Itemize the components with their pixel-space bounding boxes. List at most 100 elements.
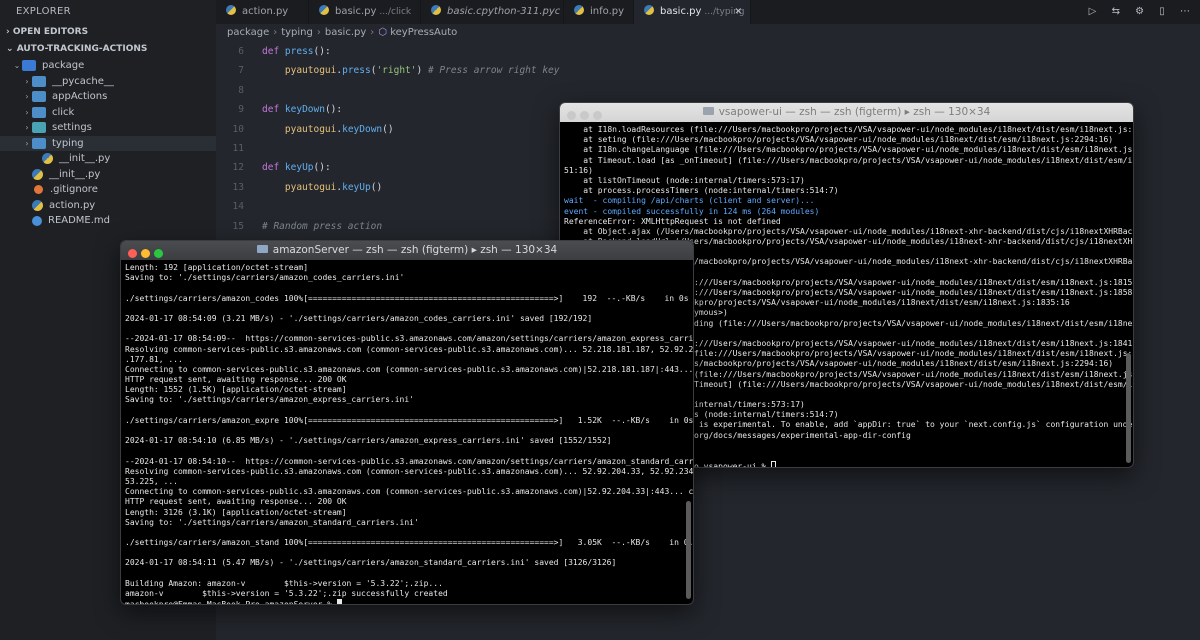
tree-item-package[interactable]: ⌄ package: [0, 58, 216, 74]
terminal-titlebar[interactable]: amazonServer — zsh — zsh (figterm) ▸ zsh…: [121, 241, 693, 260]
chevron-icon: ›: [25, 107, 29, 117]
folder-icon: [32, 75, 46, 87]
terminal-line: at process.processTimers (node:internal/…: [564, 186, 839, 196]
line-number: 12: [232, 162, 244, 174]
tab-basic-cpython-311-pyc[interactable]: basic.cpython-311.pyc: [421, 0, 564, 24]
terminal-line: ReferenceError: XMLHttpRequest is not de…: [564, 216, 781, 226]
tab-basic-py[interactable]: basic.py .../typing ✕: [634, 0, 751, 24]
line-number: 14: [232, 201, 244, 213]
terminal-line: Length: 1552 (1.5K) [application/octet-s…: [125, 385, 347, 395]
py-icon: [42, 153, 53, 165]
tree-item-label: appActions: [52, 91, 108, 102]
folder-pkg-icon: [22, 60, 36, 72]
close-button[interactable]: [128, 249, 137, 258]
code-line: 8: [216, 81, 262, 100]
terminal-title: vsapower-ui — zsh — zsh (figterm) ▸ zsh …: [718, 106, 991, 118]
terminal-line: Saving to: './settings/carriers/amazon_e…: [125, 395, 414, 405]
tree-item-typing[interactable]: › typing: [0, 135, 216, 151]
terminal-line: amazon-v $this->version = '5.3.22';.zip …: [125, 589, 448, 598]
breadcrumb-symbol-icon: ⬡: [378, 27, 388, 38]
breadcrumb-typing[interactable]: typing: [281, 27, 313, 38]
tree-item-pycache[interactable]: › __pycache__: [0, 74, 216, 90]
zoom-button[interactable]: [154, 249, 163, 258]
project-label: AUTO-TRACKING-ACTIONS: [16, 44, 148, 54]
line-number: 15: [232, 220, 244, 232]
folder-set-icon: [32, 122, 46, 134]
terminal-line: at seting (file:///Users/macbookpro/proj…: [564, 135, 1114, 145]
run-icon[interactable]: ▷: [1089, 6, 1097, 17]
chevron-icon: ›: [25, 76, 29, 86]
tree-item-action-py[interactable]: action.py: [0, 198, 216, 214]
terminal-titlebar[interactable]: vsapower-ui — zsh — zsh (figterm) ▸ zsh …: [560, 103, 1133, 122]
line-number: 6: [238, 46, 244, 57]
code-text: def keyDown():: [262, 104, 343, 116]
settings-icon[interactable]: ⚙: [1135, 6, 1144, 17]
scrollbar[interactable]: [686, 501, 691, 599]
cursor: [336, 599, 342, 604]
breadcrumb-package[interactable]: package: [227, 27, 269, 38]
terminal-line: Saving to: './settings/carriers/amazon_s…: [125, 517, 419, 527]
line-number: 8: [238, 84, 244, 96]
terminal-line: event - compiled successfully in 124 ms …: [564, 206, 820, 216]
terminal-line: Length: 192 [application/octet-stream]: [125, 263, 309, 272]
terminal-line: at listOnTimeout (node:internal/timers:5…: [564, 175, 805, 185]
code-line: 11: [216, 139, 262, 158]
tree-item-click[interactable]: › click: [0, 105, 216, 121]
tab-action-py[interactable]: action.py: [216, 0, 309, 24]
tree-item-gitignore[interactable]: .gitignore: [0, 182, 216, 198]
tree-item-appactions[interactable]: › appActions: [0, 89, 216, 105]
line-number: 11: [232, 143, 244, 154]
terminal-title: amazonServer — zsh — zsh (figterm) ▸ zsh…: [272, 244, 558, 256]
py-icon: [32, 168, 43, 180]
terminal-line: at I18n.changeLanguage (file:///Users/ma…: [564, 145, 1133, 155]
tree-item-readme-md[interactable]: README.md: [0, 213, 216, 229]
minimize-button[interactable]: [141, 249, 150, 258]
code-line: 15 # Random press action: [216, 217, 383, 236]
python-file-icon: [226, 5, 236, 15]
split-compare-icon[interactable]: ⇆: [1112, 6, 1120, 17]
tree-item-settings[interactable]: › settings: [0, 120, 216, 136]
tab-basic-py[interactable]: basic.py .../click: [309, 0, 421, 24]
tree-item-label: click: [52, 106, 75, 118]
breadcrumb-symbol[interactable]: keyPressAuto: [390, 27, 457, 38]
tab-label: basic.py: [335, 6, 377, 17]
tree-item-label: action.py: [49, 199, 96, 211]
close-button[interactable]: [567, 111, 576, 120]
terminal-line: 2024-01-17 08:54:11 (5.47 MB/s) - './set…: [125, 558, 617, 568]
tree-item-init-py[interactable]: __init__.py: [0, 167, 216, 183]
line-number: 9: [238, 104, 244, 116]
split-editor-icon[interactable]: ▯: [1159, 6, 1165, 17]
python-file-icon: [644, 5, 654, 15]
terminal-line: ./settings/carriers/amazon_codes 100%[==…: [125, 293, 689, 303]
more-icon[interactable]: ⋯: [1180, 6, 1190, 17]
code-text: pyautogui.press('right') # Press arrow r…: [284, 65, 560, 77]
py-icon: [32, 199, 43, 211]
zoom-button[interactable]: [593, 111, 602, 120]
project-section[interactable]: ⌄ AUTO-TRACKING-ACTIONS: [0, 41, 216, 58]
terminal-line: Length: 3126 (3.1K) [application/octet-s…: [125, 507, 347, 517]
breadcrumb-file[interactable]: basic.py: [325, 27, 366, 38]
python-file-icon: [431, 5, 441, 15]
terminal-prompt[interactable]: macbookpro@Emmas-MacBook-Pro amazonServe…: [125, 599, 693, 605]
open-editors-section[interactable]: › OPEN EDITORS: [0, 24, 216, 41]
terminal-line: HTTP request sent, awaiting response... …: [125, 375, 347, 385]
close-icon[interactable]: ✕: [734, 0, 742, 24]
line-number: 13: [232, 181, 244, 193]
terminal-line: at Object.ajax (/Users/macbookpro/projec…: [564, 226, 1133, 236]
code-text: pyautogui.keyUp(): [284, 181, 383, 193]
terminal-line: Resolving common-services-public.s3.amaz…: [125, 466, 693, 476]
tab-description: .../click: [379, 7, 412, 17]
terminal-window-amazonserver[interactable]: amazonServer — zsh — zsh (figterm) ▸ zsh…: [120, 240, 694, 605]
minimize-button[interactable]: [580, 111, 589, 120]
scrollbar[interactable]: [1126, 353, 1131, 463]
python-file-icon: [574, 5, 584, 15]
cursor: [771, 461, 777, 467]
tree-item-init-py[interactable]: __init__.py: [0, 151, 216, 167]
tab-info-py[interactable]: info.py: [564, 0, 634, 24]
prompt-text: macbookpro@Emmas-MacBook-Pro amazonServe…: [125, 600, 337, 605]
